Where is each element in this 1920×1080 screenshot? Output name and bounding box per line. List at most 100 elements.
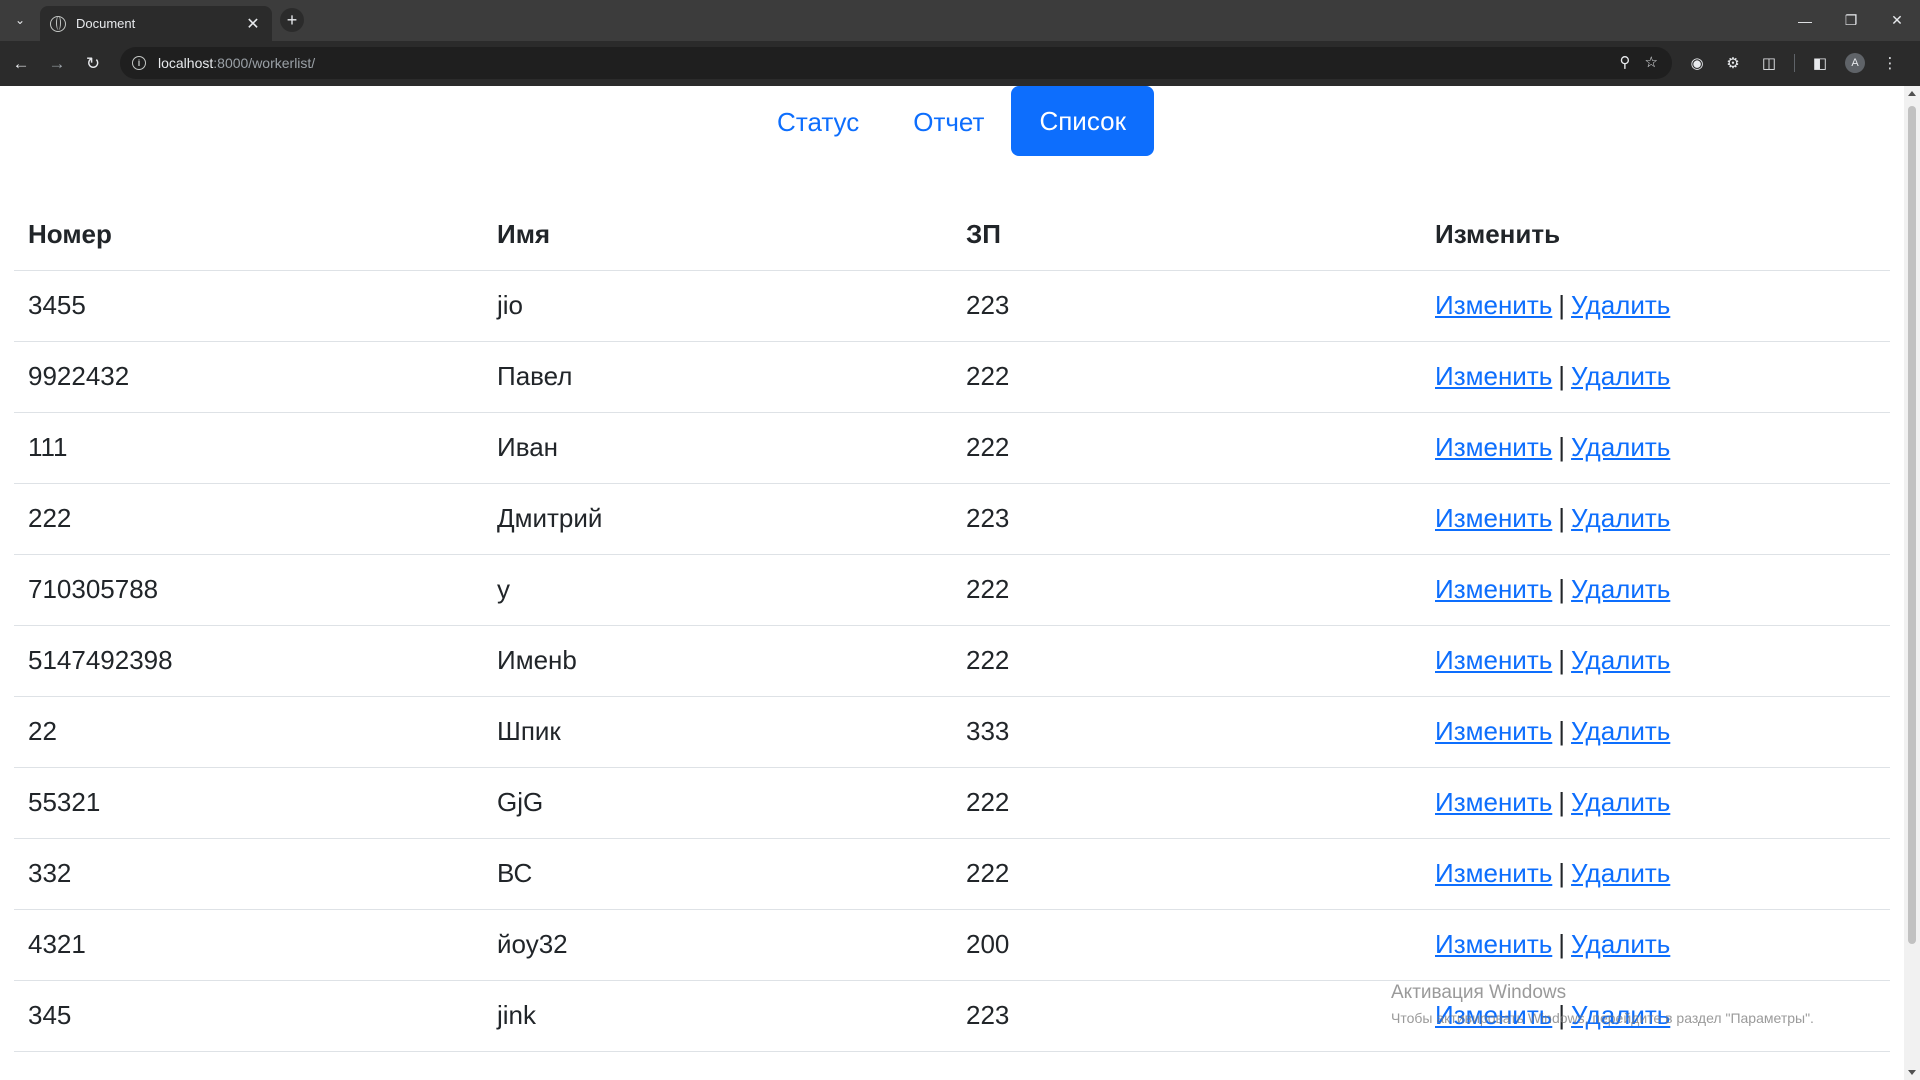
new-tab-button[interactable]: +: [280, 8, 304, 32]
cell-number: 111: [14, 412, 483, 484]
cell-name: Дмитрий: [483, 483, 952, 555]
cell-number: 222: [14, 483, 483, 555]
tab-title: Document: [76, 16, 136, 31]
side-panel-icon[interactable]: ◧: [1809, 52, 1831, 74]
cell-salary: 222: [952, 412, 1421, 484]
action-separator: |: [1558, 361, 1566, 391]
action-separator: |: [1558, 929, 1566, 959]
delete-link[interactable]: Удалить: [1571, 574, 1670, 604]
scroll-up-arrow-icon[interactable]: [1908, 91, 1916, 96]
table-row: 345 jink 223 Изменить | Удалить: [14, 980, 1890, 1052]
action-separator: |: [1558, 432, 1566, 462]
url-host: localhost: [158, 55, 214, 71]
action-separator: |: [1558, 645, 1566, 675]
extensions-area: ◉ ⚙ ◫ ◧ A ⋮: [1686, 52, 1901, 74]
edit-link[interactable]: Изменить: [1435, 1000, 1552, 1030]
delete-link[interactable]: Удалить: [1571, 503, 1670, 533]
delete-link[interactable]: Удалить: [1571, 787, 1670, 817]
nav-list-link[interactable]: Список: [1011, 86, 1154, 156]
forward-button[interactable]: →: [44, 51, 70, 77]
action-separator: |: [1558, 858, 1566, 888]
cell-actions: Изменить | Удалить: [1421, 909, 1890, 981]
edit-link[interactable]: Изменить: [1435, 361, 1552, 391]
address-bar[interactable]: i localhost:8000/workerlist/ ⚲ ☆: [120, 47, 1672, 79]
action-separator: |: [1558, 574, 1566, 604]
cell-salary: 222: [952, 838, 1421, 910]
delete-link[interactable]: Удалить: [1571, 858, 1670, 888]
cell-actions: Изменить | Удалить: [1421, 412, 1890, 484]
extension-gear-icon[interactable]: ⚙: [1722, 52, 1744, 74]
cell-number: 5147492398: [14, 625, 483, 697]
table-row: 4321 йоу32 200 Изменить | Удалить: [14, 909, 1890, 981]
edit-link[interactable]: Изменить: [1435, 503, 1552, 533]
cell-actions: Изменить | Удалить: [1421, 483, 1890, 555]
cell-name: Иван: [483, 412, 952, 484]
cell-salary: 223: [952, 270, 1421, 342]
cell-salary: 333: [952, 696, 1421, 768]
cell-actions: Изменить | Удалить: [1421, 980, 1890, 1052]
cell-salary: 222: [952, 554, 1421, 626]
bookmark-star-icon[interactable]: ☆: [1645, 53, 1658, 71]
cell-name: Шпик: [483, 696, 952, 768]
table-row: 3455 jio 223 Изменить | Удалить: [14, 270, 1890, 342]
delete-link[interactable]: Удалить: [1571, 645, 1670, 675]
nav-status-link[interactable]: Статус: [750, 93, 886, 152]
header-number: Номер: [14, 200, 483, 271]
table-row: 710305788 у 222 Изменить | Удалить: [14, 554, 1890, 626]
reload-button[interactable]: ↻: [80, 51, 106, 77]
edit-link[interactable]: Изменить: [1435, 645, 1552, 675]
scrollbar-thumb[interactable]: [1908, 106, 1916, 944]
vertical-scrollbar[interactable]: [1904, 86, 1920, 1080]
back-button[interactable]: ←: [8, 51, 34, 77]
cell-number: 9922432: [14, 341, 483, 413]
more-menu-icon[interactable]: ⋮: [1879, 52, 1901, 74]
browser-tab[interactable]: Document ✕: [40, 6, 272, 41]
edit-link[interactable]: Изменить: [1435, 716, 1552, 746]
cell-actions: Изменить | Удалить: [1421, 270, 1890, 342]
cell-actions: Изменить | Удалить: [1421, 554, 1890, 626]
edit-link[interactable]: Изменить: [1435, 929, 1552, 959]
table-row: 222 Дмитрий 223 Изменить | Удалить: [14, 483, 1890, 555]
restore-button[interactable]: ❐: [1828, 0, 1874, 41]
page-viewport: Статус Отчет Список Номер Имя ЗП Изменит…: [0, 86, 1920, 1080]
edit-link[interactable]: Изменить: [1435, 858, 1552, 888]
cell-name: Павел: [483, 341, 952, 413]
edit-link[interactable]: Изменить: [1435, 787, 1552, 817]
cell-number: 3455: [14, 270, 483, 342]
extensions-puzzle-icon[interactable]: ◫: [1758, 52, 1780, 74]
table-row: 55321 GjG 222 Изменить | Удалить: [14, 767, 1890, 839]
action-separator: |: [1558, 290, 1566, 320]
delete-link[interactable]: Удалить: [1571, 929, 1670, 959]
scroll-down-arrow-icon[interactable]: [1908, 1070, 1916, 1075]
nav-report-link[interactable]: Отчет: [886, 93, 1011, 152]
edit-link[interactable]: Изменить: [1435, 574, 1552, 604]
table-body: 3455 jio 223 Изменить | Удалить 9922432 Павел 22…: [14, 270, 1890, 1052]
cell-number: 332: [14, 838, 483, 910]
delete-link[interactable]: Удалить: [1571, 716, 1670, 746]
table-row: 9922432 Павел 222 Изменить | Удалить: [14, 341, 1890, 413]
cell-name: у: [483, 554, 952, 626]
action-separator: |: [1558, 716, 1566, 746]
zoom-icon[interactable]: ⚲: [1620, 53, 1631, 71]
extension-globe-icon[interactable]: ◉: [1686, 52, 1708, 74]
site-info-icon[interactable]: i: [132, 56, 146, 70]
delete-link[interactable]: Удалить: [1571, 361, 1670, 391]
edit-link[interactable]: Изменить: [1435, 432, 1552, 462]
profile-avatar[interactable]: A: [1845, 53, 1865, 73]
cell-number: 22: [14, 696, 483, 768]
tab-search-chevron-icon[interactable]: ⌄: [8, 8, 32, 32]
cell-name: йоу32: [483, 909, 952, 981]
cell-actions: Изменить | Удалить: [1421, 696, 1890, 768]
delete-link[interactable]: Удалить: [1571, 432, 1670, 462]
delete-link[interactable]: Удалить: [1571, 1000, 1670, 1030]
edit-link[interactable]: Изменить: [1435, 290, 1552, 320]
delete-link[interactable]: Удалить: [1571, 290, 1670, 320]
action-separator: |: [1558, 1000, 1566, 1030]
close-tab-icon[interactable]: ✕: [244, 15, 262, 33]
close-window-button[interactable]: ✕: [1874, 0, 1920, 41]
minimize-button[interactable]: —: [1782, 0, 1828, 41]
header-actions: Изменить: [1421, 200, 1890, 271]
globe-icon: [50, 15, 66, 32]
header-name: Имя: [483, 200, 952, 271]
table-row: 332 ВС 222 Изменить | Удалить: [14, 838, 1890, 910]
